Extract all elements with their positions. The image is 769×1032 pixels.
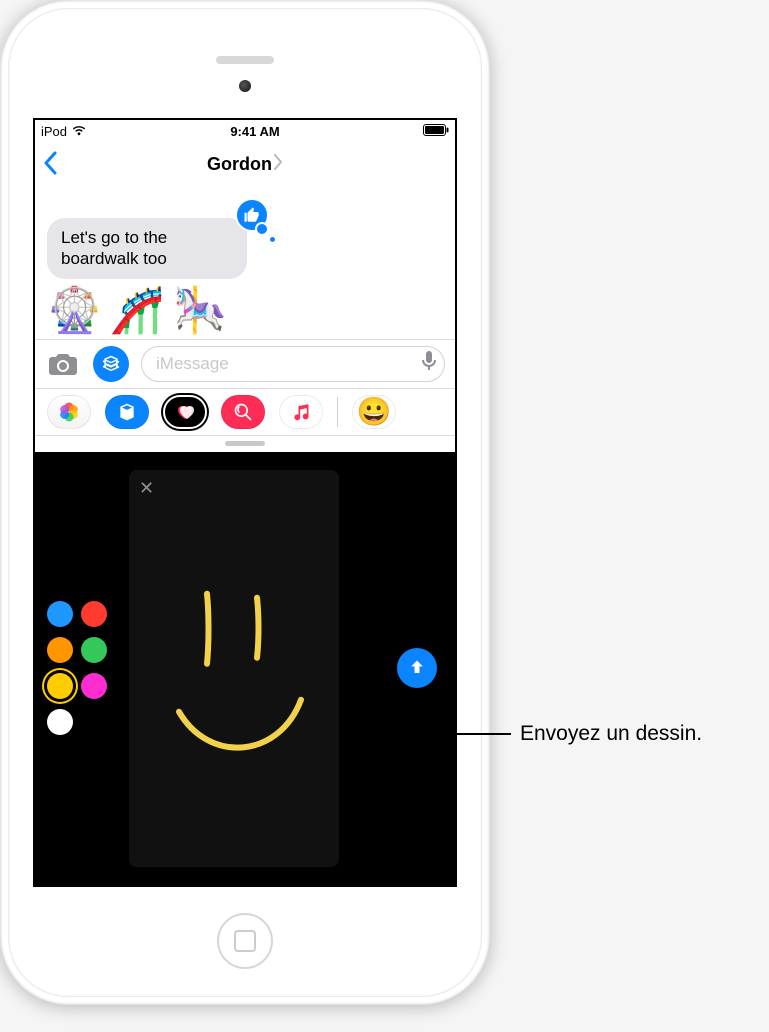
home-button[interactable] (217, 913, 273, 969)
digital-touch-area: ✕ (35, 452, 455, 886)
emoji-ferris-wheel: 🎡 (47, 289, 102, 333)
conversation-title[interactable]: Gordon (207, 154, 283, 175)
earpiece (216, 56, 274, 64)
app-strip-divider (337, 397, 338, 427)
contact-name: Gordon (207, 154, 272, 175)
music-app-icon[interactable] (279, 395, 323, 429)
message-input[interactable]: iMessage (141, 346, 445, 382)
emoji-app-icon[interactable]: 😀 (352, 395, 396, 429)
wifi-icon (71, 124, 87, 139)
app-store-icon[interactable] (105, 395, 149, 429)
callout-send-drawing: Envoyez un dessin. (520, 722, 702, 746)
dictation-button[interactable] (422, 351, 436, 377)
swatch-white[interactable] (47, 709, 73, 735)
swatch-blue[interactable] (47, 601, 73, 627)
photos-app-icon[interactable] (47, 395, 91, 429)
color-palette (47, 601, 107, 735)
camera-button[interactable] (45, 346, 81, 382)
swatch-magenta[interactable] (81, 673, 107, 699)
drawer-grabber[interactable] (35, 436, 455, 452)
chevron-right-icon (274, 154, 283, 175)
device-inner: iPod 9:41 AM Gordon (8, 8, 482, 997)
carrier-label: iPod (41, 124, 67, 139)
incoming-message[interactable]: Let's go to the boardwalk too (47, 218, 247, 279)
drawing-canvas[interactable]: ✕ (129, 470, 339, 868)
clock-label: 9:41 AM (230, 124, 279, 139)
message-text: Let's go to the boardwalk too (61, 228, 167, 268)
apps-button[interactable] (93, 346, 129, 382)
swatch-red[interactable] (81, 601, 107, 627)
send-drawing-button[interactable] (397, 648, 437, 688)
callout-leader (413, 733, 511, 735)
emoji-app-glyph: 😀 (357, 395, 392, 428)
digital-touch-app-icon[interactable] (163, 395, 207, 429)
emoji-carousel: 🎠 (173, 289, 228, 333)
front-camera (239, 80, 251, 92)
incoming-emoji-message[interactable]: 🎡 🎢 🎠 (47, 289, 443, 333)
status-bar: iPod 9:41 AM (35, 120, 455, 142)
swatch-green[interactable] (81, 637, 107, 663)
message-input-row: iMessage (35, 339, 455, 388)
device-frame: iPod 9:41 AM Gordon (0, 0, 490, 1005)
app-strip[interactable]: 😀 (35, 388, 455, 436)
close-canvas-button[interactable]: ✕ (139, 478, 154, 499)
message-placeholder: iMessage (156, 354, 229, 374)
screen: iPod 9:41 AM Gordon (33, 118, 457, 887)
images-search-icon[interactable] (221, 395, 265, 429)
battery-icon (423, 124, 449, 139)
swatch-orange[interactable] (47, 637, 73, 663)
tapback-thumbs-up[interactable] (235, 198, 269, 232)
conversation-area: Let's go to the boardwalk too 🎡 🎢 🎠 (35, 186, 455, 339)
back-button[interactable] (43, 148, 57, 180)
drawing-smiley (129, 470, 339, 868)
nav-bar: Gordon (35, 142, 455, 186)
swatch-yellow[interactable] (47, 673, 73, 699)
emoji-roller-coaster: 🎢 (110, 289, 165, 333)
